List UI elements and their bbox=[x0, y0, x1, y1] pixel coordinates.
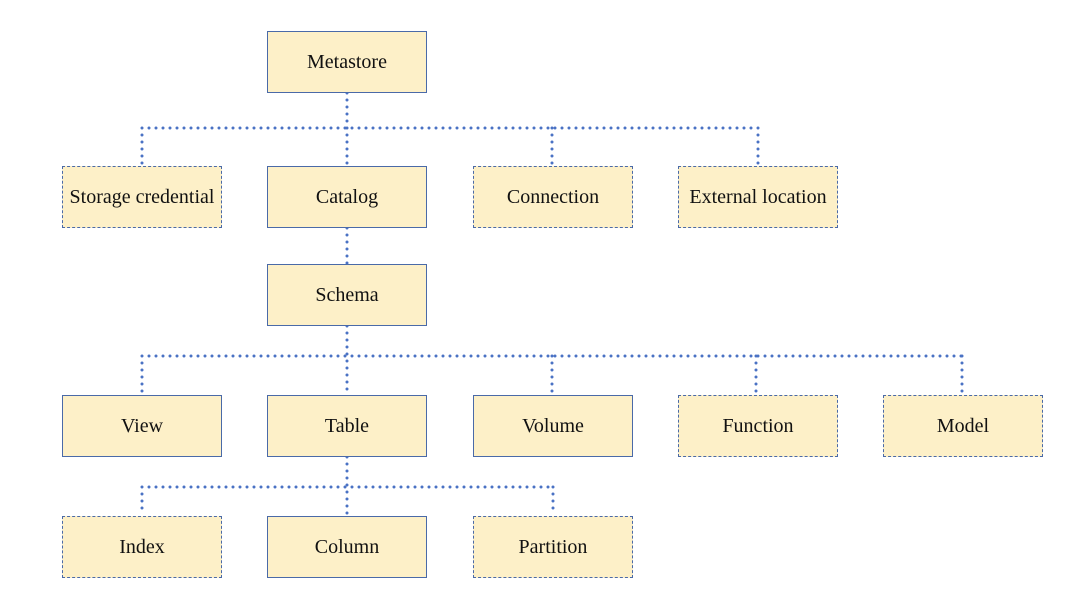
connector-schema bbox=[140, 324, 964, 397]
node-model: Model bbox=[883, 395, 1043, 457]
node-table: Table bbox=[267, 395, 427, 457]
connector-metastore bbox=[140, 91, 760, 168]
node-catalog: Catalog bbox=[267, 166, 427, 228]
node-index: Index bbox=[62, 516, 222, 578]
hierarchy-diagram: Metastore Storage credential Catalog Con… bbox=[0, 0, 1080, 616]
node-view: View bbox=[62, 395, 222, 457]
node-volume: Volume bbox=[473, 395, 633, 457]
node-function: Function bbox=[678, 395, 838, 457]
node-partition: Partition bbox=[473, 516, 633, 578]
node-storage-credential: Storage credential bbox=[62, 166, 222, 228]
node-connection: Connection bbox=[473, 166, 633, 228]
node-column: Column bbox=[267, 516, 427, 578]
node-metastore: Metastore bbox=[267, 31, 427, 93]
connector-table bbox=[140, 455, 555, 518]
node-schema: Schema bbox=[267, 264, 427, 326]
node-external-location: External location bbox=[678, 166, 838, 228]
